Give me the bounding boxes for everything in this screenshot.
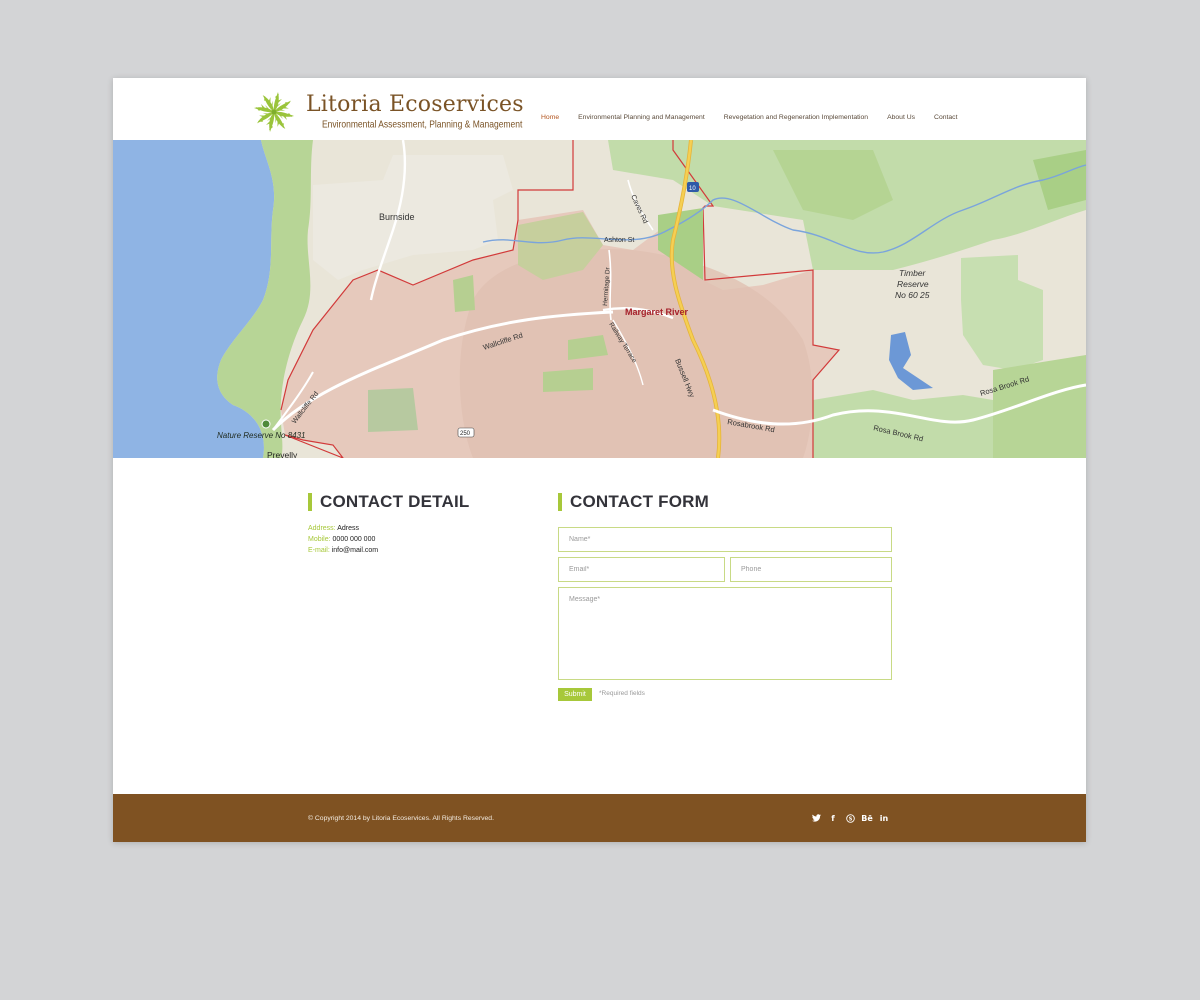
contact-detail-title: CONTACT DETAIL (320, 492, 470, 511)
email-label: E-mail: (308, 547, 330, 554)
map-canvas: Burnside Ashton St Caves Rd Hermitage Dr… (113, 140, 1086, 458)
map-label-burnside: Burnside (379, 212, 415, 222)
name-field[interactable] (558, 527, 892, 552)
contact-form-accent (558, 493, 562, 511)
address-line: Address: Adress (308, 525, 359, 532)
mobile-line: Mobile: 0000 000 000 (308, 536, 375, 543)
facebook-icon[interactable]: f (828, 813, 838, 823)
nav-about-us[interactable]: About Us (887, 114, 915, 121)
brand-tagline: Environmental Assessment, Planning & Man… (322, 118, 523, 130)
skype-icon[interactable]: S (845, 813, 855, 823)
submit-button[interactable]: Submit (558, 688, 592, 701)
map-label-nature-reserve: Nature Reserve No 8431 (217, 431, 306, 440)
map-label-timber-3: No 60 25 (895, 290, 930, 300)
site-footer: © Copyright 2014 by Litoria Ecoservices.… (113, 794, 1086, 842)
route-250-label: 250 (460, 431, 471, 437)
nav-environmental-planning[interactable]: Environmental Planning and Management (578, 114, 705, 121)
linkedin-icon[interactable]: in (879, 813, 889, 823)
main-nav: Home Environmental Planning and Manageme… (541, 114, 976, 121)
map-label-ashton: Ashton St (604, 237, 634, 244)
map-label-timber-1: Timber (899, 268, 927, 278)
map-label-margaret-river: Margaret River (625, 307, 689, 317)
email-field[interactable] (558, 557, 725, 582)
svg-text:S: S (848, 816, 852, 822)
brand-logo[interactable]: Litoria Ecoservices Environmental Assess… (250, 88, 525, 136)
map-label-prevelly: Prevelly (267, 450, 298, 458)
nav-contact[interactable]: Contact (934, 114, 957, 121)
contact-detail-accent (308, 493, 312, 511)
mobile-value: 0000 000 000 (332, 536, 376, 543)
nav-revegetation[interactable]: Revegetation and Regeneration Implementa… (724, 114, 868, 121)
page: Litoria Ecoservices Environmental Assess… (113, 78, 1086, 842)
required-fields-note: *Required fields (599, 690, 645, 697)
behance-icon[interactable]: Bē (861, 813, 873, 823)
social-links: f S Bē in (811, 813, 889, 823)
mobile-label: Mobile: (308, 536, 331, 543)
reserve-marker-icon (261, 419, 271, 429)
site-header: Litoria Ecoservices Environmental Assess… (113, 78, 1086, 140)
address-label: Address: (308, 525, 336, 532)
phone-field[interactable] (730, 557, 892, 582)
address-value: Adress (337, 525, 359, 532)
email-line: E-mail: info@mail.com (308, 547, 378, 554)
nav-home[interactable]: Home (541, 114, 559, 121)
email-value[interactable]: info@mail.com (332, 547, 378, 554)
contact-form-title: CONTACT FORM (570, 492, 710, 511)
brand-name: Litoria Ecoservices (306, 92, 524, 117)
fern-logo-icon (254, 92, 294, 132)
route-10-label: 10 (689, 186, 696, 192)
twitter-icon[interactable] (811, 813, 821, 823)
map-label-timber-2: Reserve (897, 279, 929, 289)
message-field[interactable] (558, 587, 892, 680)
copyright-text: © Copyright 2014 by Litoria Ecoservices.… (308, 815, 494, 822)
location-map[interactable]: Burnside Ashton St Caves Rd Hermitage Dr… (113, 140, 1086, 458)
